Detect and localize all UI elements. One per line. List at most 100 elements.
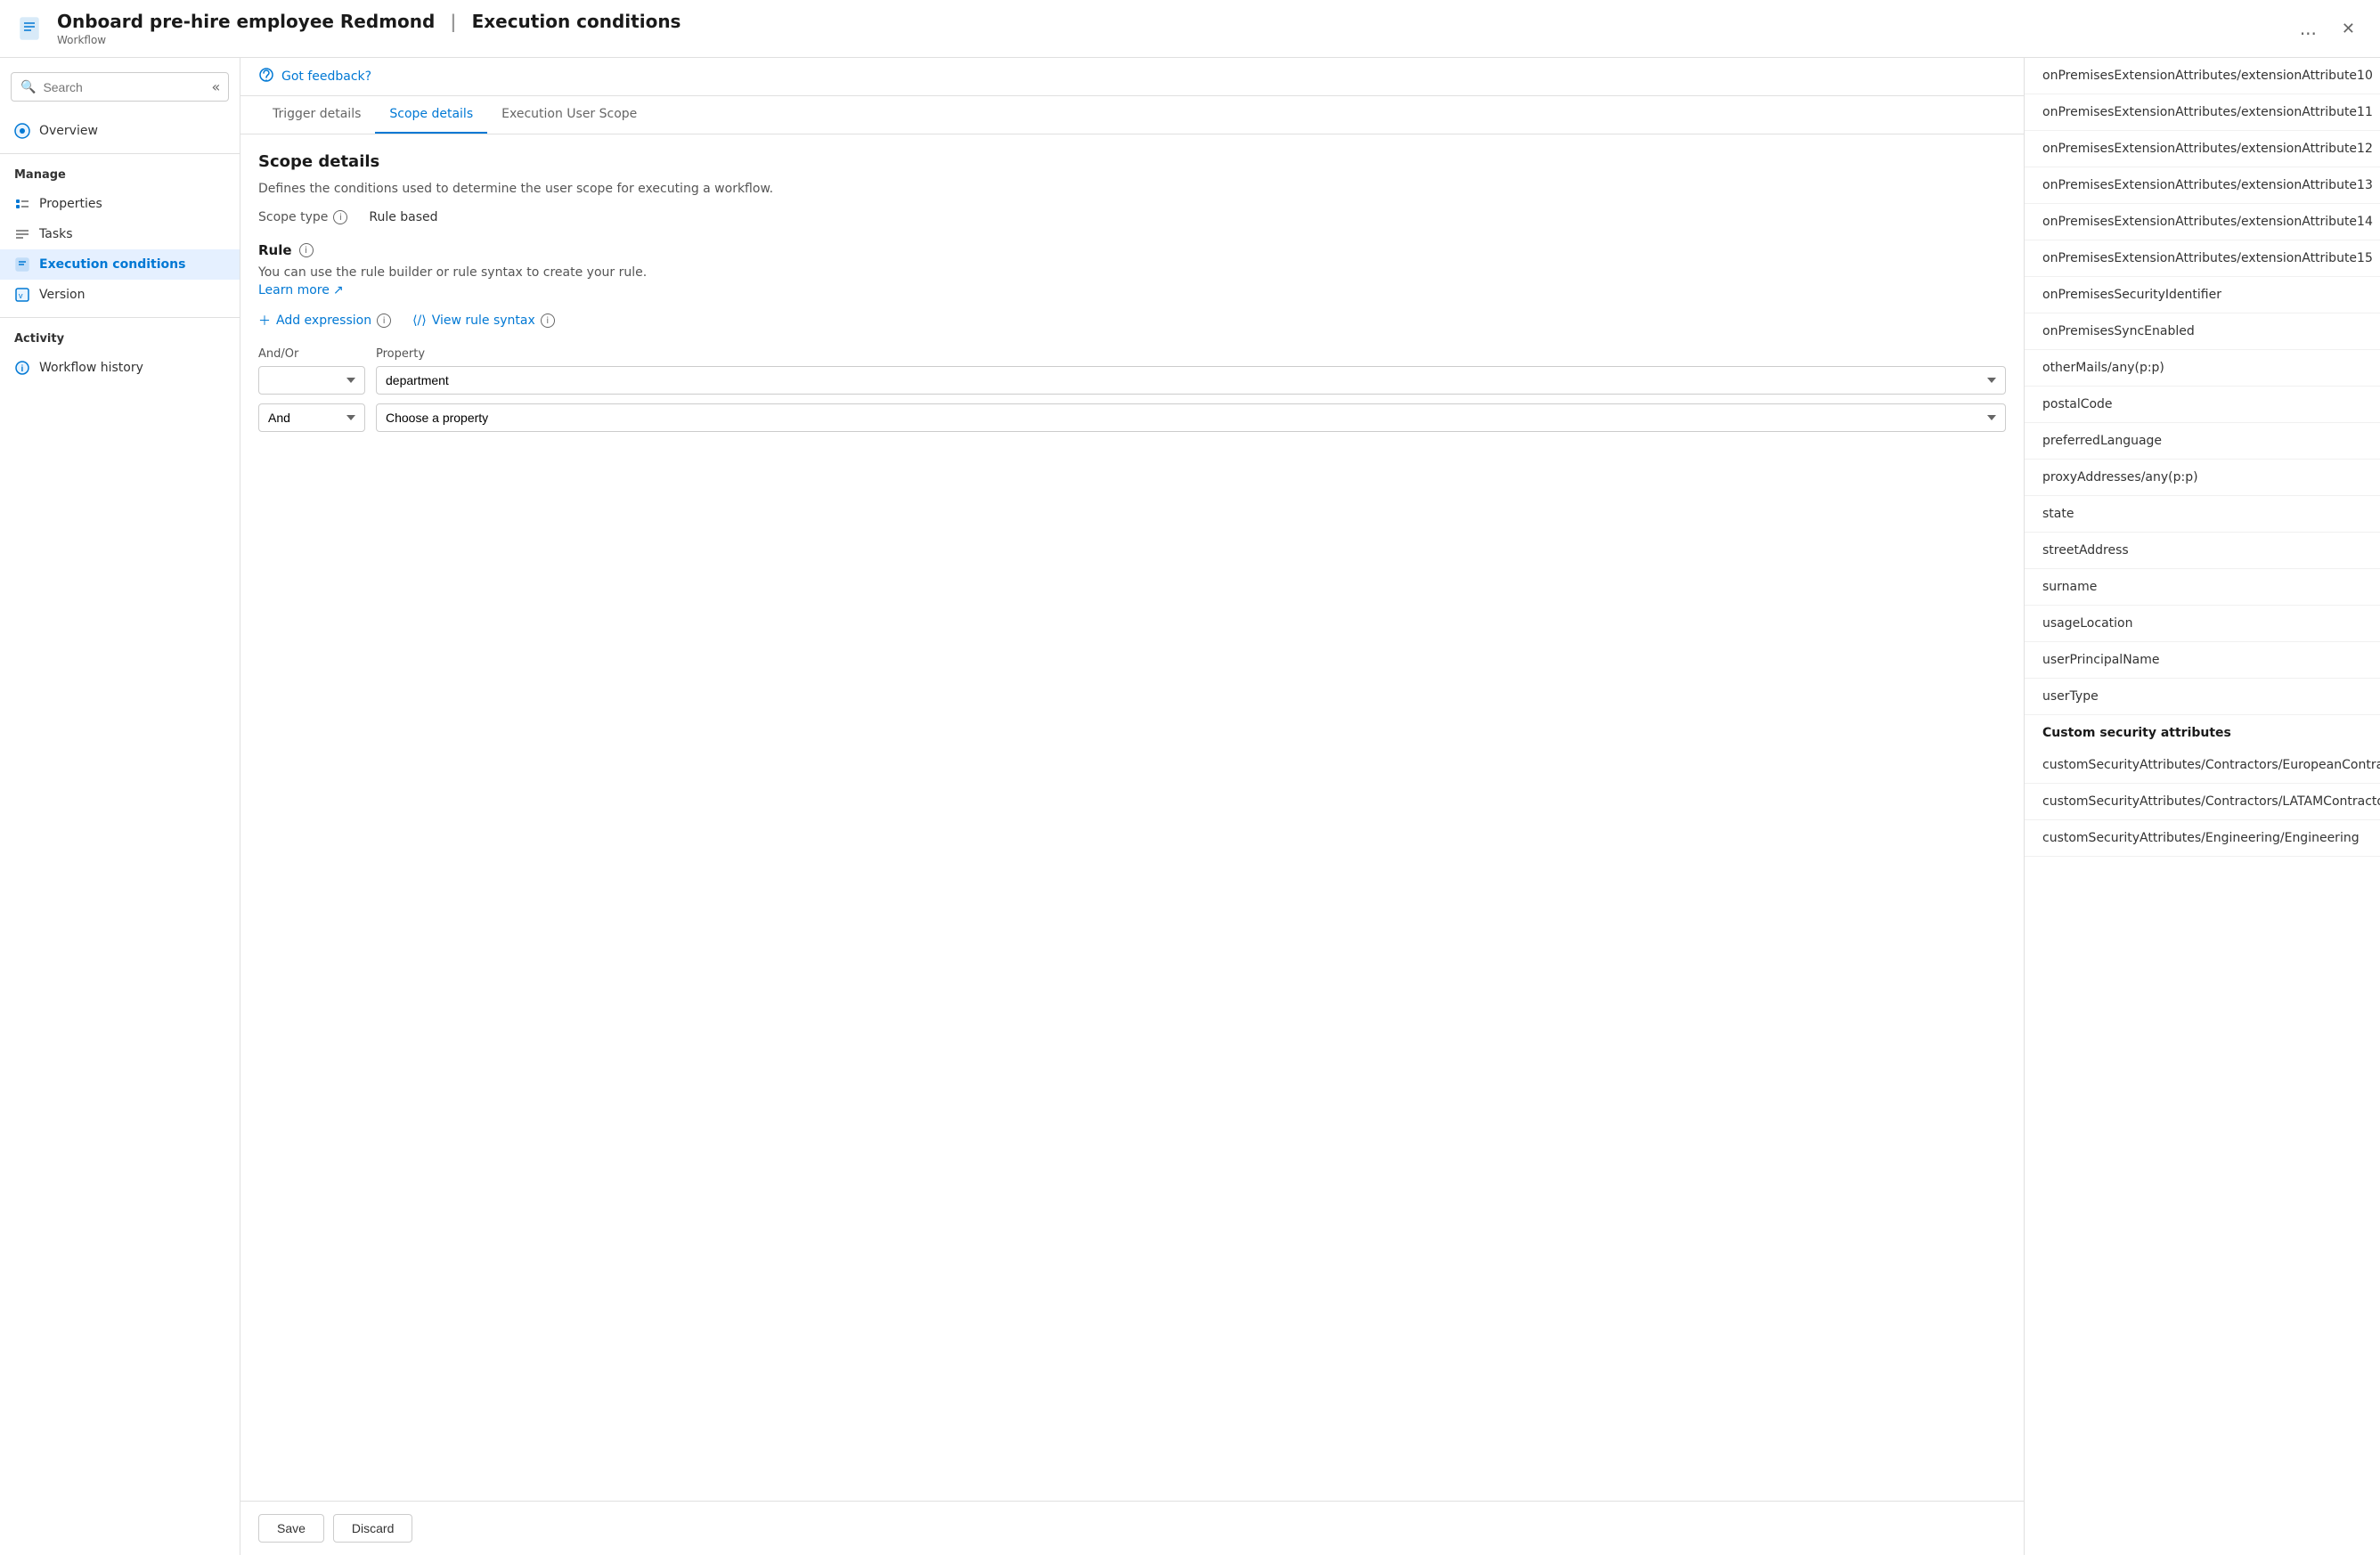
list-item[interactable]: customSecurityAttributes/Engineering/Eng… [2025,820,2380,857]
save-button[interactable]: Save [258,1514,324,1543]
panel-footer: Save Discard [240,1501,2024,1555]
view-syntax-info-icon[interactable]: i [541,313,555,328]
scope-details-title: Scope details [258,152,2006,171]
list-item[interactable]: usageLocation [2025,606,2380,642]
list-item[interactable]: onPremisesSecurityIdentifier [2025,277,2380,313]
app-header: Onboard pre-hire employee Redmond | Exec… [0,0,2380,58]
collapse-button[interactable]: « [211,78,220,95]
activity-section-label: Activity [0,325,240,353]
and-or-select-2[interactable]: And Or [258,403,365,432]
right-dropdown-panel: onPremisesExtensionAttributes/extensionA… [2024,58,2380,1555]
header-section: Execution conditions [472,11,681,32]
tab-execution-user-scope[interactable]: Execution User Scope [487,96,651,134]
external-link-icon: ↗ [333,283,344,297]
list-item[interactable]: onPremisesExtensionAttributes/extensionA… [2025,58,2380,94]
search-input[interactable] [43,80,204,94]
sidebar-divider-2 [0,317,240,318]
overview-label: Overview [39,124,98,138]
rule-actions: ＋ Add expression i ⟨/⟩ View rule syntax … [258,312,2006,330]
sidebar: 🔍 « Overview Manage Properties Tasks [0,58,240,1555]
workflow-history-icon: i [14,360,30,376]
add-expr-info-icon[interactable]: i [377,313,391,328]
list-item[interactable]: proxyAddresses/any(p:p) [2025,460,2380,496]
custom-security-section-label: Custom security attributes [2025,715,2380,747]
rule-row-2: And Or Choose a property [258,403,2006,432]
list-item[interactable]: state [2025,496,2380,533]
discard-button[interactable]: Discard [333,1514,412,1543]
and-or-select-1[interactable]: And Or [258,366,365,395]
tasks-icon [14,226,30,242]
sidebar-item-version[interactable]: v Version [0,280,240,310]
list-item[interactable]: onPremisesExtensionAttributes/extensionA… [2025,131,2380,167]
list-item[interactable]: onPremisesExtensionAttributes/extensionA… [2025,167,2380,204]
header-actions: ... ✕ [2293,14,2362,43]
tab-scope-details[interactable]: Scope details [375,96,487,134]
view-rule-syntax-button[interactable]: ⟨/⟩ View rule syntax i [412,313,555,328]
sidebar-item-properties[interactable]: Properties [0,189,240,219]
header-separator: | [450,11,456,32]
header-subtitle: Workflow [57,34,2293,46]
execution-conditions-icon [14,256,30,273]
sidebar-item-tasks[interactable]: Tasks [0,219,240,249]
tabs-bar: Trigger details Scope details Execution … [240,96,2024,134]
rule-info-icon[interactable]: i [299,243,314,257]
scope-details-description: Defines the conditions used to determine… [258,182,2006,196]
workflow-name: Onboard pre-hire employee Redmond [57,11,435,32]
version-icon: v [14,287,30,303]
property-dropdown-list: onPremisesExtensionAttributes/extensionA… [2025,58,2380,857]
app-icon [18,14,46,43]
list-item[interactable]: onPremisesExtensionAttributes/extensionA… [2025,204,2380,240]
search-icon: 🔍 [20,80,36,94]
add-expression-button[interactable]: ＋ Add expression i [258,312,391,330]
list-item[interactable]: customSecurityAttributes/Contractors/LAT… [2025,784,2380,820]
scope-type-label: Scope type i [258,210,347,224]
header-title-group: Onboard pre-hire employee Redmond | Exec… [57,11,2293,46]
sidebar-item-workflow-history[interactable]: i Workflow history [0,353,240,383]
close-button[interactable]: ✕ [2335,16,2362,42]
column-labels: And/Or Property [258,347,2006,361]
header-title: Onboard pre-hire employee Redmond | Exec… [57,11,2293,32]
feedback-bar[interactable]: Got feedback? [240,58,2024,96]
col-label-and-or: And/Or [258,347,365,361]
list-item[interactable]: customSecurityAttributes/Contractors/Eur… [2025,747,2380,784]
list-item[interactable]: onPremisesExtensionAttributes/extensionA… [2025,94,2380,131]
feedback-icon [258,67,274,86]
properties-icon [14,196,30,212]
scope-type-row: Scope type i Rule based [258,210,2006,224]
svg-text:i: i [21,364,24,374]
main-panel: Got feedback? Trigger details Scope deta… [240,58,2024,1555]
panel-content: Scope details Defines the conditions use… [240,134,2024,1501]
list-item[interactable]: userPrincipalName [2025,642,2380,679]
list-item[interactable]: otherMails/any(p:p) [2025,350,2380,387]
workflow-history-label: Workflow history [39,361,143,375]
plus-icon: ＋ [258,312,271,330]
svg-text:v: v [19,291,23,300]
manage-section-label: Manage [0,161,240,189]
version-label: Version [39,288,85,302]
list-item[interactable]: onPremisesExtensionAttributes/extensionA… [2025,240,2380,277]
content-area: Got feedback? Trigger details Scope deta… [240,58,2380,1555]
more-button[interactable]: ... [2293,14,2324,43]
learn-more-link[interactable]: Learn more ↗ [258,283,344,297]
sidebar-item-overview[interactable]: Overview [0,116,240,146]
sidebar-item-execution-conditions[interactable]: Execution conditions [0,249,240,280]
tasks-label: Tasks [39,227,73,241]
search-box[interactable]: 🔍 « [11,72,229,102]
rule-row-1: And Or department [258,366,2006,395]
list-item[interactable]: postalCode [2025,387,2380,423]
overview-icon [14,123,30,139]
property-select-2[interactable]: Choose a property [376,403,2006,432]
list-item[interactable]: onPremisesSyncEnabled [2025,313,2380,350]
list-item[interactable]: surname [2025,569,2380,606]
rule-header: Rule i [258,242,2006,258]
col-label-property: Property [376,347,2006,361]
property-select-1[interactable]: department [376,366,2006,395]
sidebar-divider-1 [0,153,240,154]
view-syntax-icon: ⟨/⟩ [412,313,427,328]
list-item[interactable]: streetAddress [2025,533,2380,569]
list-item[interactable]: preferredLanguage [2025,423,2380,460]
tab-trigger-details[interactable]: Trigger details [258,96,375,134]
main-layout: 🔍 « Overview Manage Properties Tasks [0,58,2380,1555]
list-item[interactable]: userType [2025,679,2380,715]
scope-type-info-icon[interactable]: i [333,210,347,224]
